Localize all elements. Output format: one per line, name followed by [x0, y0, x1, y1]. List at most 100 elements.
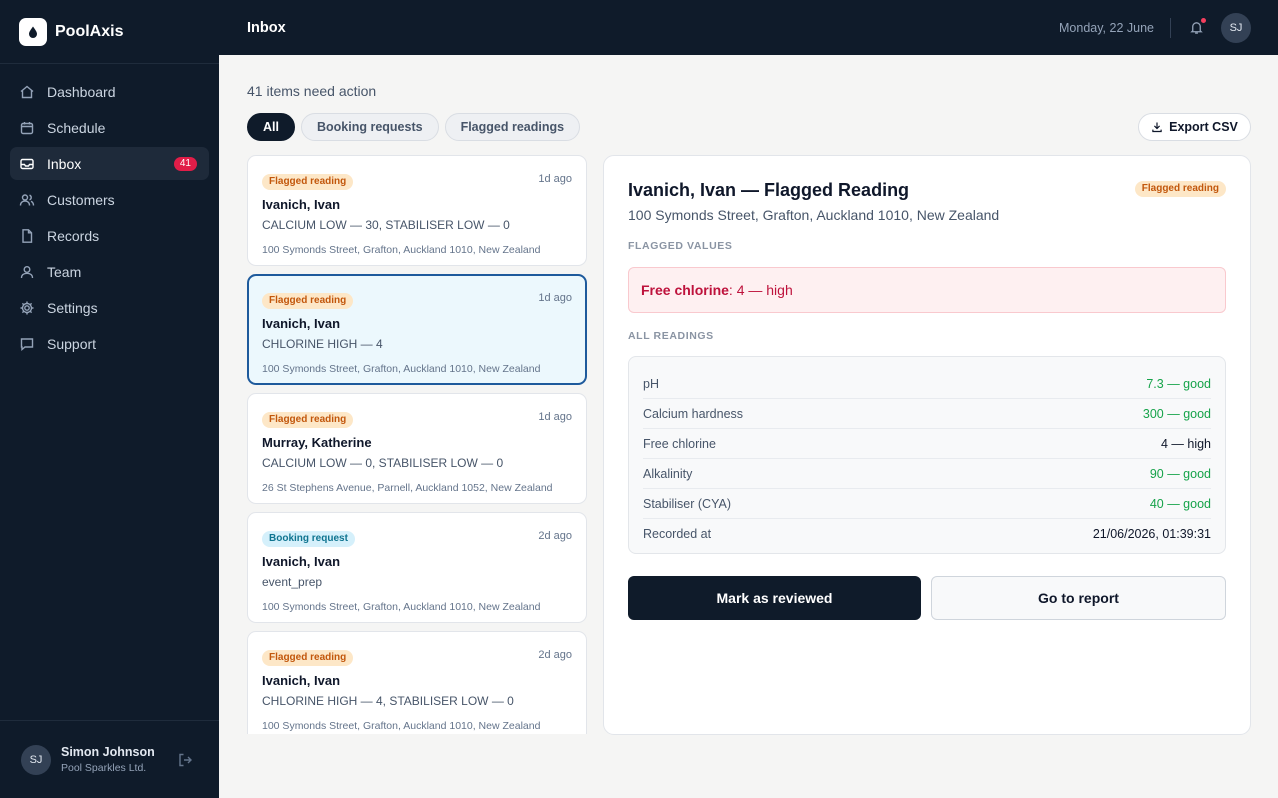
- avatar[interactable]: SJ: [1221, 12, 1251, 43]
- detail-actions: Mark as reviewed Go to report: [628, 576, 1226, 620]
- item-address: 26 St Stephens Avenue, Parnell, Auckland…: [262, 482, 553, 494]
- item-summary: CHLORINE HIGH — 4, STABILISER LOW — 0: [262, 694, 514, 708]
- logout-icon[interactable]: [177, 752, 193, 768]
- sidebar-item-customers[interactable]: Customers: [10, 183, 209, 216]
- customer-name: Murray, Katherine: [262, 435, 372, 450]
- reading-value: 40 — good: [1149, 496, 1211, 511]
- item-time: 1d ago: [538, 411, 572, 423]
- calendar-icon: [19, 120, 35, 136]
- item-time: 2d ago: [538, 530, 572, 542]
- sidebar-item-dashboard[interactable]: Dashboard: [10, 75, 209, 108]
- customer-name: Ivanich, Ivan: [262, 197, 341, 212]
- export-csv-button[interactable]: Export CSV: [1138, 113, 1251, 141]
- chat-icon: [19, 336, 35, 352]
- item-time: 2d ago: [538, 649, 572, 661]
- readings-table: pH 7.3 — good Calcium hardness 300 — goo…: [628, 356, 1226, 554]
- download-icon: [1152, 122, 1162, 133]
- reading-label: Recorded at: [643, 527, 712, 541]
- flagged-values-heading: FLAGGED VALUES: [628, 240, 733, 252]
- table-row: Alkalinity 90 — good: [643, 459, 1211, 489]
- table-row: Free chlorine 4 — high: [643, 429, 1211, 459]
- item-summary: CALCIUM LOW — 0, STABILISER LOW — 0: [262, 456, 504, 470]
- users-icon: [19, 192, 35, 208]
- mark-as-reviewed-button[interactable]: Mark as reviewed: [628, 576, 921, 620]
- status-badge: Flagged reading: [262, 174, 354, 190]
- sidebar-item-label: Settings: [47, 299, 98, 316]
- reading-value: 7.3 — good: [1146, 376, 1211, 391]
- sidebar-item-label: Customers: [47, 191, 115, 208]
- status-badge: Flagged reading: [262, 293, 354, 309]
- file-icon: [19, 228, 35, 244]
- user-icon: [19, 264, 35, 280]
- reading-value: 90 — good: [1149, 466, 1211, 481]
- export-csv-label: Export CSV: [1169, 120, 1238, 134]
- sidebar-item-label: Support: [47, 335, 97, 352]
- page-title: Inbox: [247, 19, 286, 36]
- sidebar-nav: Dashboard Schedule Inbox 41 Customers Re…: [0, 64, 219, 360]
- go-to-report-button[interactable]: Go to report: [931, 576, 1226, 620]
- item-time: 1d ago: [538, 173, 572, 185]
- flagged-value-reading: : 4 — high: [728, 282, 793, 298]
- customer-name: Ivanich, Ivan: [262, 554, 341, 569]
- item-address: 100 Symonds Street, Grafton, Auckland 10…: [262, 244, 541, 256]
- reading-label: Calcium hardness: [643, 406, 744, 421]
- all-readings-heading: ALL READINGS: [628, 330, 714, 342]
- sidebar-item-schedule[interactable]: Schedule: [10, 111, 209, 144]
- customer-name: Ivanich, Ivan: [262, 673, 341, 688]
- reading-value: 300 — good: [1142, 406, 1211, 421]
- action-summary: 41 items need action: [247, 83, 377, 99]
- status-badge: Flagged reading: [262, 412, 354, 428]
- sidebar-item-label: Team: [47, 263, 82, 280]
- sidebar-item-label: Records: [47, 227, 100, 244]
- flagged-value-alert: Free chlorine : 4 — high: [628, 267, 1226, 313]
- inbox-list: Flagged reading 1d ago Ivanich, Ivan CAL…: [247, 155, 587, 734]
- user-org: Pool Sparkles Ltd.: [61, 762, 147, 774]
- sidebar-item-support[interactable]: Support: [10, 327, 209, 360]
- brand[interactable]: PoolAxis: [0, 0, 219, 64]
- reading-value: 21/06/2026, 01:39:31: [1092, 527, 1211, 541]
- reading-value: 4 — high: [1160, 436, 1211, 451]
- user-name: Simon Johnson: [61, 745, 155, 759]
- bell-icon[interactable]: [1187, 17, 1206, 37]
- status-badge: Flagged reading: [262, 650, 354, 666]
- item-address: 100 Symonds Street, Grafton, Auckland 10…: [262, 720, 541, 732]
- flagged-value-name: Free chlorine: [641, 282, 729, 298]
- filter-booking-requests[interactable]: Booking requests: [300, 113, 439, 141]
- sidebar-item-settings[interactable]: Settings: [10, 291, 209, 324]
- topbar: Inbox Monday, 22 June SJ: [219, 0, 1278, 55]
- topbar-divider: [1170, 17, 1171, 38]
- filter-all[interactable]: All: [247, 113, 295, 141]
- item-address: 100 Symonds Street, Grafton, Auckland 10…: [262, 363, 541, 375]
- avatar[interactable]: SJ: [21, 744, 51, 775]
- filter-tabs: All Booking requests Flagged readings: [247, 113, 581, 141]
- home-icon: [19, 84, 35, 100]
- list-item[interactable]: Flagged reading 2d ago Ivanich, Ivan CHL…: [247, 631, 587, 734]
- sidebar-item-records[interactable]: Records: [10, 219, 209, 252]
- gear-icon: [19, 300, 35, 316]
- list-item[interactable]: Flagged reading 1d ago Murray, Katherine…: [247, 393, 587, 504]
- sidebar-item-label: Dashboard: [47, 83, 116, 100]
- current-date: Monday, 22 June: [1059, 20, 1154, 35]
- inbox-count-badge: 41: [173, 156, 197, 171]
- inbox-icon: [19, 156, 35, 172]
- droplet-icon: [19, 17, 47, 46]
- filter-flagged-readings[interactable]: Flagged readings: [444, 113, 581, 141]
- sidebar-item-label: Inbox: [47, 155, 82, 172]
- table-row: pH 7.3 — good: [643, 369, 1211, 399]
- sidebar-item-inbox[interactable]: Inbox 41: [10, 147, 209, 180]
- reading-label: Stabiliser (CYA): [643, 496, 731, 511]
- item-summary: event_prep: [262, 575, 323, 589]
- table-row: Recorded at 21/06/2026, 01:39:31: [643, 519, 1211, 549]
- customer-name: Ivanich, Ivan: [262, 316, 341, 331]
- reading-label: Alkalinity: [643, 466, 693, 481]
- item-summary: CALCIUM LOW — 30, STABILISER LOW — 0: [262, 218, 510, 232]
- item-address: 100 Symonds Street, Grafton, Auckland 10…: [262, 601, 541, 613]
- main-content: 41 items need action All Booking request…: [219, 55, 1278, 798]
- user-profile: SJ Simon Johnson Pool Sparkles Ltd.: [0, 720, 219, 798]
- list-item[interactable]: Flagged reading 1d ago Ivanich, Ivan CHL…: [247, 274, 587, 385]
- sidebar-item-team[interactable]: Team: [10, 255, 209, 288]
- list-item[interactable]: Flagged reading 1d ago Ivanich, Ivan CAL…: [247, 155, 587, 266]
- notification-dot: [1201, 17, 1206, 23]
- list-item[interactable]: Booking request 2d ago Ivanich, Ivan eve…: [247, 512, 587, 623]
- table-row: Stabiliser (CYA) 40 — good: [643, 489, 1211, 519]
